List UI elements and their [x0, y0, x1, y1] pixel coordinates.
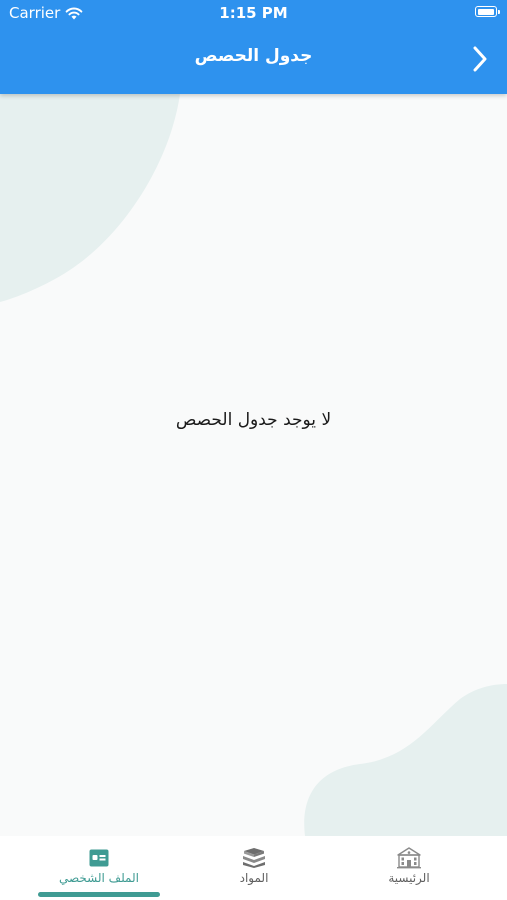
page-title: جدول الحصص [194, 46, 313, 66]
nav-label-subjects: المواد [239, 871, 269, 885]
nav-item-profile[interactable]: الملف الشخصي [29, 836, 169, 900]
background-blob-top [0, 94, 180, 302]
profile-card-icon [89, 849, 109, 867]
chevron-right-icon [473, 46, 487, 72]
battery-icon [475, 6, 500, 17]
screen: Carrier 1:15 PM جدول الحصص لا يوجد جدول … [0, 0, 507, 900]
empty-state-message: لا يوجد جدول الحصص [175, 410, 332, 430]
app-bar: جدول الحصص [0, 26, 507, 94]
school-building-icon [397, 847, 421, 869]
nav-item-subjects[interactable]: المواد [184, 836, 324, 900]
back-button[interactable] [465, 44, 495, 74]
status-time: 1:15 PM [219, 4, 288, 22]
bottom-navigation: الملف الشخصي المواد الرئيسية [0, 836, 507, 900]
nav-label-home: الرئيسية [388, 871, 430, 885]
nav-label-profile: الملف الشخصي [59, 871, 139, 885]
books-icon [243, 848, 265, 868]
background-blob-bottom [304, 684, 507, 836]
status-bar: Carrier 1:15 PM [0, 0, 507, 26]
nav-item-home[interactable]: الرئيسية [339, 836, 479, 900]
battery-level [477, 8, 494, 15]
active-tab-indicator [38, 892, 160, 897]
